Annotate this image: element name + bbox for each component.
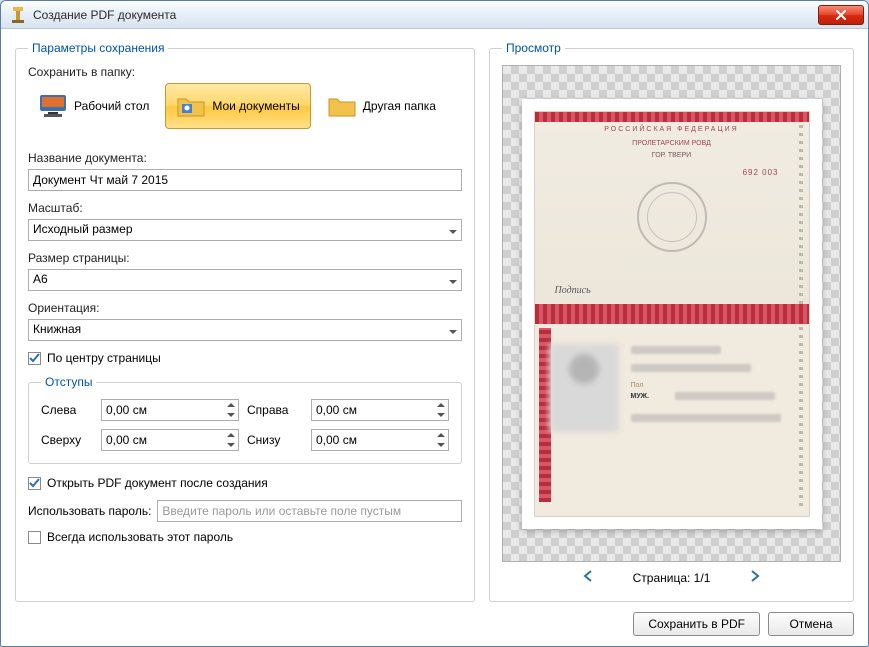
window-title: Создание PDF документа [33,8,818,22]
page-size-value: A6 [33,272,48,286]
folder-mydocs-label: Мои документы [212,99,299,113]
open-after-checkbox[interactable] [28,477,41,490]
gender-label: Пол [631,382,644,389]
save-to-label: Сохранить в папку: [28,65,462,79]
passport-number: 692 003 [743,168,779,177]
spin-up-icon[interactable] [224,430,238,440]
spin-down-icon[interactable] [224,410,238,420]
orientation-value: Книжная [33,322,81,336]
folder-desktop-button[interactable]: Рабочий стол [28,83,159,129]
check-icon [29,478,40,489]
dialog-footer: Сохранить в PDF Отмена [15,602,854,636]
doc-name-label: Название документа: [28,151,462,165]
center-page-label: По центру страницы [47,351,161,365]
dialog-body: Параметры сохранения Сохранить в папку: … [1,29,868,646]
orientation-label: Ориентация: [28,301,462,315]
preview-group: Просмотр РОССИЙСКАЯ ФЕДЕРАЦИЯ ПРОЛЕТАРСК… [489,41,854,602]
folder-mydocs-button[interactable]: Мои документы [165,83,310,129]
password-input[interactable] [157,500,462,522]
margin-bottom-input[interactable] [311,429,449,451]
margin-right-label: Справа [247,403,303,417]
close-icon [835,10,847,20]
spin-up-icon[interactable] [434,430,448,440]
margin-right-input[interactable] [311,399,449,421]
save-params-legend: Параметры сохранения [28,41,168,55]
password-label: Использовать пароль: [28,504,151,518]
passport-issuer: ПРОЛЕТАРСКИМ РОВД [535,140,809,147]
preview-canvas: РОССИЙСКАЯ ФЕДЕРАЦИЯ ПРОЛЕТАРСКИМ РОВД Г… [502,65,841,562]
gender-value: МУЖ. [631,393,649,400]
check-icon [29,353,40,364]
spin-up-icon[interactable] [434,400,448,410]
close-button[interactable] [818,5,864,25]
cancel-button[interactable]: Отмена [768,612,854,636]
spin-down-icon[interactable] [224,440,238,450]
page-size-label: Размер страницы: [28,251,462,265]
center-page-checkbox[interactable] [28,352,41,365]
pager: Страница: 1/1 [502,562,841,589]
page-prev-button[interactable] [583,570,593,585]
margins-legend: Отступы [41,375,96,389]
save-params-group: Параметры сохранения Сохранить в папку: … [15,41,475,602]
preview-page: РОССИЙСКАЯ ФЕДЕРАЦИЯ ПРОЛЕТАРСКИМ РОВД Г… [522,99,822,529]
folder-desktop-label: Рабочий стол [74,99,149,113]
chevron-down-icon [449,223,457,237]
passport-photo [549,344,619,432]
folder-other-label: Другая папка [363,99,436,113]
always-password-label: Всегда использовать этот пароль [47,530,233,544]
titlebar: Создание PDF документа [1,1,868,29]
chevron-down-icon [449,323,457,337]
stamp-icon [637,182,707,252]
desktop-icon [38,93,68,119]
scale-select[interactable]: Исходный размер [28,219,462,241]
preview-legend: Просмотр [502,41,565,55]
passport-city: ГОР. ТВЕРИ [535,152,809,159]
pager-text: Страница: 1/1 [633,571,711,585]
margin-bottom-label: Снизу [247,433,303,447]
spin-down-icon[interactable] [434,410,448,420]
margin-top-label: Сверху [41,433,93,447]
folder-icon [327,93,357,119]
app-icon [9,6,27,24]
scale-label: Масштаб: [28,201,462,215]
spin-up-icon[interactable] [224,400,238,410]
save-pdf-button[interactable]: Сохранить в PDF [633,612,760,636]
page-next-button[interactable] [750,570,760,585]
spin-down-icon[interactable] [434,440,448,450]
margin-left-label: Слева [41,403,93,417]
signature: Подпись [555,285,591,296]
open-after-label: Открыть PDF документ после создания [47,476,268,490]
arrow-left-icon [583,570,593,582]
always-password-checkbox[interactable] [28,531,41,544]
folder-other-button[interactable]: Другая папка [317,83,446,129]
chevron-down-icon [449,273,457,287]
doc-name-input[interactable] [28,169,462,191]
margin-top-input[interactable] [101,429,239,451]
orientation-select[interactable]: Книжная [28,319,462,341]
margin-left-input[interactable] [101,399,239,421]
folder-mydocs-icon [176,93,206,119]
passport-scan: РОССИЙСКАЯ ФЕДЕРАЦИЯ ПРОЛЕТАРСКИМ РОВД Г… [534,111,810,517]
passport-country: РОССИЙСКАЯ ФЕДЕРАЦИЯ [535,126,809,133]
page-size-select[interactable]: A6 [28,269,462,291]
scale-value: Исходный размер [33,222,133,236]
arrow-right-icon [750,570,760,582]
dialog-window: Создание PDF документа Параметры сохране… [0,0,869,647]
margins-group: Отступы Слева Справа Сверху Снизу [28,375,462,464]
